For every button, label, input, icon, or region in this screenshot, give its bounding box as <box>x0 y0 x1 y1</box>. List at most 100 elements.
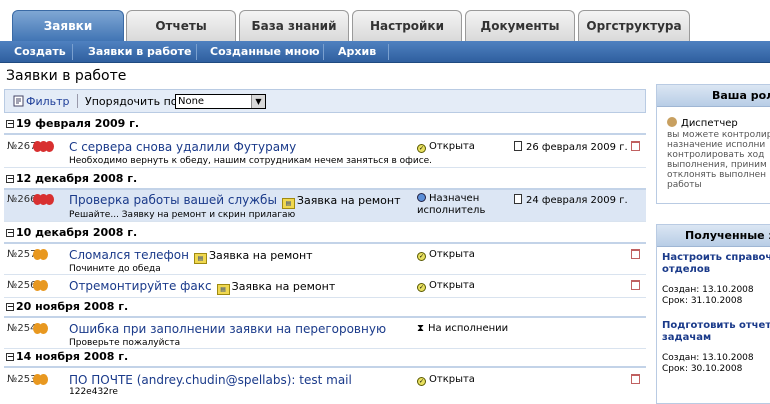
request-title-link[interactable]: С сервера снова удалили Футураму <box>69 140 296 154</box>
priority-indicator <box>33 374 48 385</box>
priority-indicator <box>33 323 48 334</box>
subnav-archive[interactable]: Архив <box>338 45 376 58</box>
filter-bar: Фильтр Упорядочить по: None ▼ <box>4 89 646 113</box>
tab-settings[interactable]: Настройки <box>352 10 462 42</box>
delete-icon[interactable] <box>631 280 640 290</box>
date-group-header[interactable]: −20 ноября 2008 г. <box>4 300 646 318</box>
status-open-icon: ✓ <box>417 252 426 261</box>
calendar-icon <box>514 194 522 204</box>
due-date: 26 февраля 2009 г. <box>514 141 628 153</box>
priority-indicator <box>33 280 48 291</box>
filter-button[interactable]: Фильтр <box>13 95 70 108</box>
filter-divider <box>77 94 78 108</box>
table-row[interactable]: №257 Сломался телефон ▤ Заявка на ремонт П… <box>4 245 646 275</box>
role-description: вы можете контролир назначение исполни к… <box>667 130 770 190</box>
request-title-link[interactable]: Ошибка при заполнении заявки на перегоро… <box>69 322 386 336</box>
tab-knowledge-base[interactable]: База знаний <box>239 10 349 42</box>
subnav-divider <box>72 44 73 60</box>
task-link[interactable]: Настроить справоч отделов <box>657 247 770 276</box>
role-name: Диспетчер <box>657 107 770 129</box>
request-description: Проверьте пожалуйста <box>69 338 181 348</box>
request-type-icon: ▤ <box>216 284 230 295</box>
request-status: ⧗ На исполнении <box>417 323 509 334</box>
status-open-icon: ✓ <box>417 283 426 292</box>
group-date: 19 февраля 2009 г. <box>16 117 140 130</box>
delete-icon[interactable] <box>631 374 640 384</box>
request-status: ✓ Открыта <box>417 141 475 153</box>
date-group-header[interactable]: −10 декабря 2008 г. <box>4 226 646 244</box>
tab-reports[interactable]: Отчеты <box>126 10 236 42</box>
request-description: Решайте... Заявку на ремонт и скрин прил… <box>69 210 296 220</box>
status-assigned-icon <box>417 193 426 202</box>
tab-documents[interactable]: Документы <box>465 10 575 42</box>
task-dates: Создан: 13.10.2008 Срок: 31.10.2008 <box>662 285 754 306</box>
page-title: Заявки в работе <box>6 68 127 84</box>
subnav-create[interactable]: Создать <box>14 45 66 58</box>
request-status: ✓ Открыта <box>417 280 475 292</box>
date-group-header[interactable]: −14 ноября 2008 г. <box>4 350 646 368</box>
user-icon <box>667 117 677 127</box>
filter-icon <box>13 95 24 107</box>
priority-indicator <box>33 141 54 152</box>
request-type-icon: ▤ <box>281 198 295 209</box>
request-status: ✓ Открыта <box>417 374 475 386</box>
table-row[interactable]: №266 Проверка работы вашей службы ▤ Заявка… <box>4 190 646 222</box>
table-row[interactable]: №267 С сервера снова удалили Футураму Не… <box>4 137 646 168</box>
request-status: Назначен исполнитель <box>417 193 485 217</box>
role-panel: Ваша рол Диспетчер вы можете контролир н… <box>656 84 770 204</box>
subnav-in-progress[interactable]: Заявки в работе <box>88 45 191 58</box>
filter-label: Фильтр <box>26 95 70 108</box>
task-link[interactable]: Подготовить отчет задачам <box>657 307 770 344</box>
tab-org-structure[interactable]: Оргструктура <box>578 10 690 42</box>
request-type: Заявка на ремонт <box>208 249 313 262</box>
hourglass-icon: ⧗ <box>417 323 425 334</box>
calendar-icon <box>514 141 522 151</box>
date-group-header[interactable]: −12 декабря 2008 г. <box>4 172 646 190</box>
request-type: Заявка на ремонт <box>296 194 401 207</box>
request-description: Необходимо вернуть к обеду, нашим сотруд… <box>69 156 433 166</box>
subnav-divider <box>323 44 324 60</box>
collapse-icon[interactable]: − <box>6 175 14 183</box>
chevron-down-icon[interactable]: ▼ <box>251 95 265 108</box>
collapse-icon[interactable]: − <box>6 120 14 128</box>
sub-navigation: Создать Заявки в работе Созданные мною А… <box>0 41 770 63</box>
main-tabs: Заявки Отчеты База знаний Настройки Доку… <box>0 0 770 42</box>
request-title-link[interactable]: Проверка работы вашей службы ▤ Заявка на р… <box>69 193 401 209</box>
delete-icon[interactable] <box>631 141 640 151</box>
request-description: Почините до обеда <box>69 264 161 274</box>
collapse-icon[interactable]: − <box>6 303 14 311</box>
status-open-icon: ✓ <box>417 144 426 153</box>
request-title-link[interactable]: ПО ПОЧТЕ (andrey.chudin@spellabs): test … <box>69 373 352 387</box>
subnav-divider <box>196 44 197 60</box>
subnav-divider <box>388 44 389 60</box>
subnav-created-by-me[interactable]: Созданные мною <box>210 45 320 58</box>
status-open-icon: ✓ <box>417 377 426 386</box>
group-date: 12 декабря 2008 г. <box>16 172 138 185</box>
collapse-icon[interactable]: − <box>6 353 14 361</box>
received-panel-title: Полученные за <box>657 225 770 247</box>
request-title-link[interactable]: Отремонтируйте факс ▤ Заявка на ремонт <box>69 279 335 295</box>
role-panel-title: Ваша рол <box>657 85 770 107</box>
task-dates: Создан: 13.10.2008 Срок: 30.10.2008 <box>662 353 754 374</box>
group-date: 20 ноября 2008 г. <box>16 300 129 313</box>
tab-requests[interactable]: Заявки <box>12 10 124 42</box>
group-date: 10 декабря 2008 г. <box>16 226 138 239</box>
status-line2: исполнитель <box>417 205 486 216</box>
date-group-header[interactable]: −19 февраля 2009 г. <box>4 117 646 135</box>
table-row[interactable]: №253 ПО ПОЧТЕ (andrey.chudin@spellabs): … <box>4 370 646 398</box>
request-type: Заявка на ремонт <box>231 280 336 293</box>
delete-icon[interactable] <box>631 249 640 259</box>
request-type-icon: ▤ <box>193 253 207 264</box>
sort-select[interactable]: None ▼ <box>175 94 266 109</box>
collapse-icon[interactable]: − <box>6 229 14 237</box>
received-tasks-panel: Полученные за Настроить справочотделов С… <box>656 224 770 404</box>
sort-value: None <box>178 96 205 107</box>
request-title-link[interactable]: Сломался телефон ▤ Заявка на ремонт <box>69 248 313 264</box>
sort-label: Упорядочить по: <box>85 95 182 108</box>
status-line1: Назначен <box>429 193 480 204</box>
request-description: 122e432re <box>69 387 118 397</box>
due-date: 24 февраля 2009 г. <box>514 194 628 206</box>
table-row[interactable]: №254 Ошибка при заполнении заявки на пер… <box>4 319 646 349</box>
request-status: ✓ Открыта <box>417 249 475 261</box>
table-row[interactable]: №256 Отремонтируйте факс ▤ Заявка на ремон… <box>4 276 646 298</box>
